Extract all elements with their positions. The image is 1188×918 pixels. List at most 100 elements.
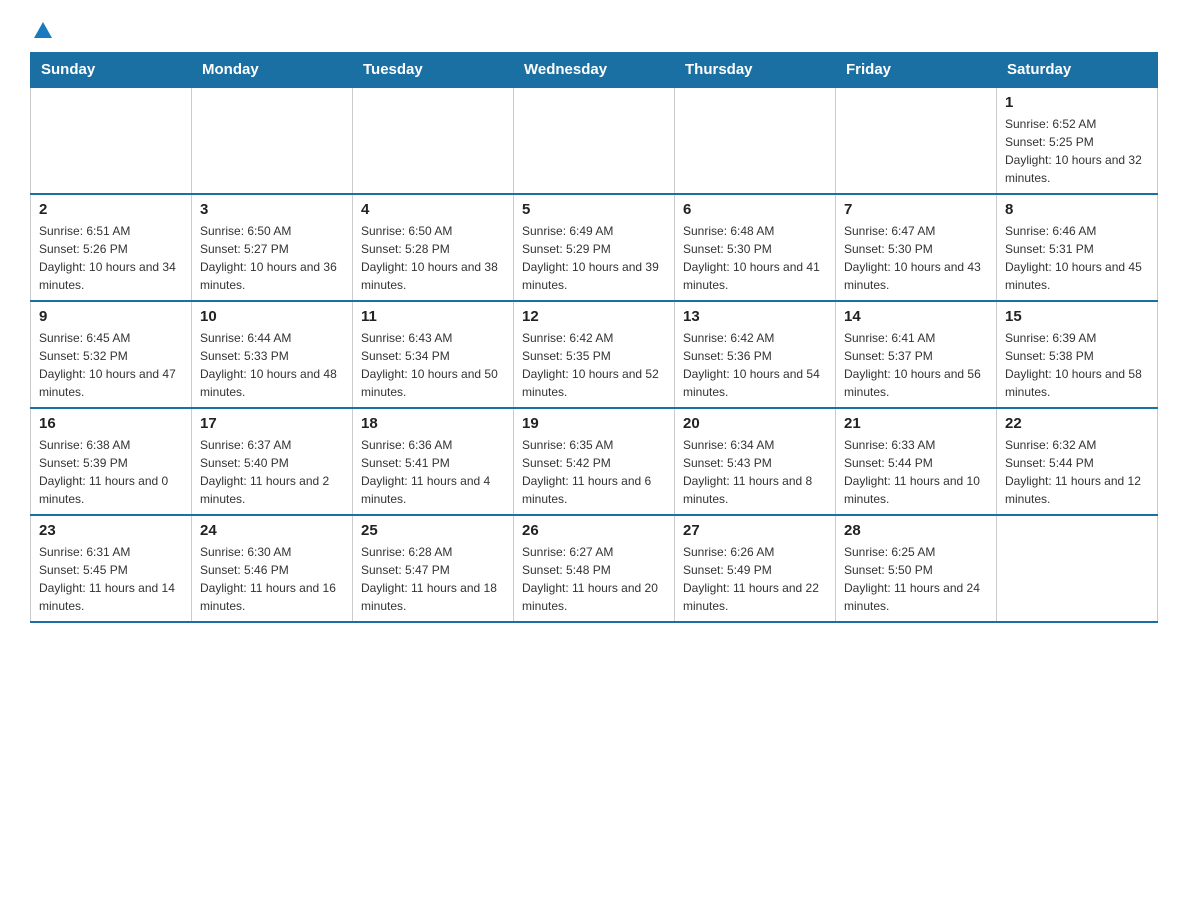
day-info: Sunrise: 6:31 AMSunset: 5:45 PMDaylight:… [39, 543, 183, 615]
day-number: 9 [39, 308, 183, 325]
calendar-cell: 4 Sunrise: 6:50 AMSunset: 5:28 PMDaylight… [353, 194, 514, 301]
calendar-cell: 18Sunrise: 6:36 AMSunset: 5:41 PMDayligh… [353, 408, 514, 515]
day-number: 12 [522, 308, 666, 325]
day-info: Sunrise: 6:28 AMSunset: 5:47 PMDaylight:… [361, 543, 505, 615]
calendar-cell: 15 Sunrise: 6:39 AMSunset: 5:38 PMDayligh… [997, 301, 1158, 408]
calendar-week-row: 23 Sunrise: 6:31 AMSunset: 5:45 PMDayligh… [31, 515, 1158, 622]
calendar-table: SundayMondayTuesdayWednesdayThursdayFrid… [30, 52, 1158, 623]
calendar-weekday-friday: Friday [836, 53, 997, 88]
calendar-cell: 13Sunrise: 6:42 AMSunset: 5:36 PMDayligh… [675, 301, 836, 408]
day-info: Sunrise: 6:49 AMSunset: 5:29 PMDaylight:… [522, 222, 666, 294]
day-number: 13 [683, 308, 827, 325]
day-info: Sunrise: 6:30 AMSunset: 5:46 PMDaylight:… [200, 543, 344, 615]
calendar-cell: 12 Sunrise: 6:42 AMSunset: 5:35 PMDayligh… [514, 301, 675, 408]
calendar-cell: 25 Sunrise: 6:28 AMSunset: 5:47 PMDayligh… [353, 515, 514, 622]
calendar-week-row: 2 Sunrise: 6:51 AMSunset: 5:26 PMDaylight… [31, 194, 1158, 301]
calendar-weekday-monday: Monday [192, 53, 353, 88]
calendar-cell: 17 Sunrise: 6:37 AMSunset: 5:40 PMDayligh… [192, 408, 353, 515]
calendar-weekday-saturday: Saturday [997, 53, 1158, 88]
day-info: Sunrise: 6:26 AMSunset: 5:49 PMDaylight:… [683, 543, 827, 615]
day-info: Sunrise: 6:25 AMSunset: 5:50 PMDaylight:… [844, 543, 988, 615]
day-number: 14 [844, 308, 988, 325]
day-number: 4 [361, 201, 505, 218]
day-number: 22 [1005, 415, 1149, 432]
calendar-cell [675, 87, 836, 194]
calendar-cell: 27 Sunrise: 6:26 AMSunset: 5:49 PMDayligh… [675, 515, 836, 622]
calendar-week-row: 1 Sunrise: 6:52 AMSunset: 5:25 PMDaylight… [31, 87, 1158, 194]
logo-icon [32, 20, 54, 42]
calendar-cell [836, 87, 997, 194]
day-number: 15 [1005, 308, 1149, 325]
day-info: Sunrise: 6:46 AMSunset: 5:31 PMDaylight:… [1005, 222, 1149, 294]
day-info: Sunrise: 6:39 AMSunset: 5:38 PMDaylight:… [1005, 329, 1149, 401]
day-number: 26 [522, 522, 666, 539]
calendar-cell [192, 87, 353, 194]
calendar-cell: 28 Sunrise: 6:25 AMSunset: 5:50 PMDayligh… [836, 515, 997, 622]
calendar-cell: 24 Sunrise: 6:30 AMSunset: 5:46 PMDayligh… [192, 515, 353, 622]
calendar-cell: 9 Sunrise: 6:45 AMSunset: 5:32 PMDaylight… [31, 301, 192, 408]
calendar-cell: 6 Sunrise: 6:48 AMSunset: 5:30 PMDaylight… [675, 194, 836, 301]
day-number: 18 [361, 415, 505, 432]
calendar-cell: 2 Sunrise: 6:51 AMSunset: 5:26 PMDaylight… [31, 194, 192, 301]
calendar-cell: 7Sunrise: 6:47 AMSunset: 5:30 PMDaylight… [836, 194, 997, 301]
day-number: 2 [39, 201, 183, 218]
calendar-cell: 14 Sunrise: 6:41 AMSunset: 5:37 PMDayligh… [836, 301, 997, 408]
page-header [30, 20, 1158, 38]
calendar-header-row: SundayMondayTuesdayWednesdayThursdayFrid… [31, 53, 1158, 88]
calendar-cell: 8Sunrise: 6:46 AMSunset: 5:31 PMDaylight… [997, 194, 1158, 301]
day-number: 3 [200, 201, 344, 218]
calendar-cell [31, 87, 192, 194]
day-number: 5 [522, 201, 666, 218]
calendar-cell: 3 Sunrise: 6:50 AMSunset: 5:27 PMDaylight… [192, 194, 353, 301]
calendar-weekday-tuesday: Tuesday [353, 53, 514, 88]
calendar-cell: 22 Sunrise: 6:32 AMSunset: 5:44 PMDayligh… [997, 408, 1158, 515]
day-number: 25 [361, 522, 505, 539]
day-info: Sunrise: 6:44 AMSunset: 5:33 PMDaylight:… [200, 329, 344, 401]
day-number: 21 [844, 415, 988, 432]
calendar-week-row: 16Sunrise: 6:38 AMSunset: 5:39 PMDayligh… [31, 408, 1158, 515]
calendar-cell: 16Sunrise: 6:38 AMSunset: 5:39 PMDayligh… [31, 408, 192, 515]
day-number: 10 [200, 308, 344, 325]
day-info: Sunrise: 6:43 AMSunset: 5:34 PMDaylight:… [361, 329, 505, 401]
calendar-cell: 26 Sunrise: 6:27 AMSunset: 5:48 PMDayligh… [514, 515, 675, 622]
day-info: Sunrise: 6:38 AMSunset: 5:39 PMDaylight:… [39, 436, 183, 508]
day-info: Sunrise: 6:33 AMSunset: 5:44 PMDaylight:… [844, 436, 988, 508]
day-info: Sunrise: 6:45 AMSunset: 5:32 PMDaylight:… [39, 329, 183, 401]
day-info: Sunrise: 6:42 AMSunset: 5:35 PMDaylight:… [522, 329, 666, 401]
day-number: 7 [844, 201, 988, 218]
calendar-cell [353, 87, 514, 194]
day-number: 28 [844, 522, 988, 539]
calendar-cell: 23 Sunrise: 6:31 AMSunset: 5:45 PMDayligh… [31, 515, 192, 622]
calendar-cell: 11 Sunrise: 6:43 AMSunset: 5:34 PMDayligh… [353, 301, 514, 408]
day-info: Sunrise: 6:37 AMSunset: 5:40 PMDaylight:… [200, 436, 344, 508]
logo [30, 20, 56, 38]
day-info: Sunrise: 6:51 AMSunset: 5:26 PMDaylight:… [39, 222, 183, 294]
day-number: 24 [200, 522, 344, 539]
day-number: 11 [361, 308, 505, 325]
day-number: 17 [200, 415, 344, 432]
day-info: Sunrise: 6:32 AMSunset: 5:44 PMDaylight:… [1005, 436, 1149, 508]
calendar-week-row: 9 Sunrise: 6:45 AMSunset: 5:32 PMDaylight… [31, 301, 1158, 408]
day-number: 1 [1005, 94, 1149, 111]
day-info: Sunrise: 6:35 AMSunset: 5:42 PMDaylight:… [522, 436, 666, 508]
calendar-cell: 20 Sunrise: 6:34 AMSunset: 5:43 PMDayligh… [675, 408, 836, 515]
day-info: Sunrise: 6:48 AMSunset: 5:30 PMDaylight:… [683, 222, 827, 294]
calendar-weekday-thursday: Thursday [675, 53, 836, 88]
calendar-weekday-wednesday: Wednesday [514, 53, 675, 88]
day-number: 20 [683, 415, 827, 432]
day-number: 23 [39, 522, 183, 539]
day-info: Sunrise: 6:50 AMSunset: 5:28 PMDaylight:… [361, 222, 505, 294]
calendar-cell: 5 Sunrise: 6:49 AMSunset: 5:29 PMDaylight… [514, 194, 675, 301]
day-info: Sunrise: 6:27 AMSunset: 5:48 PMDaylight:… [522, 543, 666, 615]
day-info: Sunrise: 6:34 AMSunset: 5:43 PMDaylight:… [683, 436, 827, 508]
day-info: Sunrise: 6:52 AMSunset: 5:25 PMDaylight:… [1005, 115, 1149, 187]
day-info: Sunrise: 6:41 AMSunset: 5:37 PMDaylight:… [844, 329, 988, 401]
calendar-cell: 19Sunrise: 6:35 AMSunset: 5:42 PMDayligh… [514, 408, 675, 515]
day-number: 27 [683, 522, 827, 539]
calendar-cell: 21 Sunrise: 6:33 AMSunset: 5:44 PMDayligh… [836, 408, 997, 515]
calendar-cell [514, 87, 675, 194]
calendar-cell: 10 Sunrise: 6:44 AMSunset: 5:33 PMDayligh… [192, 301, 353, 408]
day-number: 6 [683, 201, 827, 218]
day-info: Sunrise: 6:50 AMSunset: 5:27 PMDaylight:… [200, 222, 344, 294]
calendar-cell: 1 Sunrise: 6:52 AMSunset: 5:25 PMDaylight… [997, 87, 1158, 194]
